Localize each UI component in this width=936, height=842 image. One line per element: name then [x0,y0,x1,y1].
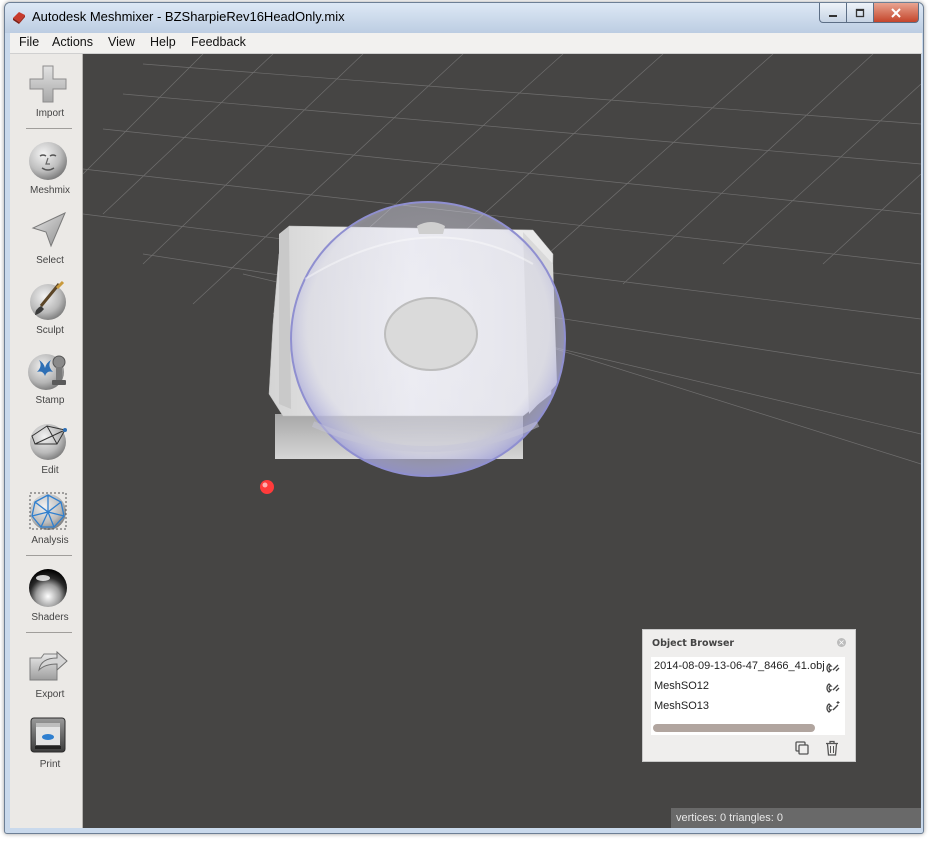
point-marker-icon[interactable] [260,480,274,494]
tool-label: Export [35,689,65,700]
arrow-cursor-icon [31,211,66,248]
tool-label: Import [35,108,65,119]
printer-icon [30,717,66,753]
object-list: 2014-08-09-13-06-47_8466_41.obj MeshSO12… [651,657,845,735]
menu-feedback[interactable]: Feedback [191,35,246,49]
list-item[interactable]: MeshSO13 [651,697,845,717]
list-item[interactable]: 2014-08-09-13-06-47_8466_41.obj [651,657,845,677]
point-marker-highlight [262,482,268,488]
brush-icon [30,280,66,320]
duplicate-icon[interactable] [794,740,810,756]
shader-sphere-icon [29,569,67,607]
stamp-icon [28,354,66,390]
object-name: MeshSO13 [654,700,710,712]
object-name: 2014-08-09-13-06-47_8466_41.obj [654,660,825,672]
mesh-stats-text: vertices: 0 triangles: 0 [676,812,783,824]
object-browser-panel: Object Browser × 2014-08-09-13-06-47_846… [642,629,856,762]
edit-tool-button[interactable]: Edit [10,420,82,484]
minimize-button[interactable] [819,3,847,23]
app-window: Autodesk Meshmixer - BZSharpieRev16HeadO… [4,2,924,834]
list-item[interactable]: MeshSO12 [651,677,845,697]
select-tool-button[interactable]: Select [10,210,82,274]
tool-label: Analysis [31,535,69,546]
tool-label: Sculpt [36,325,64,336]
maximize-button[interactable] [847,3,874,23]
trash-icon[interactable] [824,740,840,756]
close-button[interactable] [874,3,919,23]
menu-bar: File Actions View Help Feedback [10,33,922,54]
status-bar: vertices: 0 triangles: 0 [671,808,921,828]
menu-help[interactable]: Help [150,35,176,49]
toolbar-divider [26,128,72,129]
plus-icon [29,65,67,103]
magic-wand-icon[interactable] [825,700,841,716]
object-browser-title: Object Browser [652,638,735,649]
tool-label: Edit [41,465,59,476]
meshmix-tool-button[interactable]: Meshmix [10,140,82,204]
tool-label: Meshmix [29,185,70,196]
import-tool-button[interactable]: Import [10,63,82,127]
tool-label: Print [39,759,61,770]
export-tool-button[interactable]: Export [10,644,82,708]
window-controls [819,3,919,23]
close-icon[interactable]: × [837,638,846,647]
object-name: MeshSO12 [654,680,710,692]
toolbar-divider [26,632,72,633]
menu-view[interactable]: View [108,35,135,49]
tool-label: Stamp [35,395,65,406]
edit-mesh-icon [30,424,67,460]
maximize-icon [855,8,865,17]
analysis-icon [29,492,67,530]
magnet-icon[interactable] [825,660,841,676]
mesh-hole [384,297,478,371]
tool-label: Shaders [31,612,69,623]
stamp-tool-button[interactable]: Stamp [10,350,82,414]
toolbar-divider [26,555,72,556]
print-tool-button[interactable]: Print [10,714,82,778]
menu-file[interactable]: File [19,35,39,49]
close-icon [891,7,901,18]
window-title: Autodesk Meshmixer - BZSharpieRev16HeadO… [32,9,345,24]
minimize-icon [829,14,837,17]
face-icon [29,142,67,180]
analysis-tool-button[interactable]: Analysis [10,490,82,554]
meshmixer-logo-icon [13,12,25,24]
tool-sidebar: Import Meshmix Select Sculpt Stamp Edit … [10,54,83,828]
export-icon [29,650,68,681]
title-bar[interactable]: Autodesk Meshmixer - BZSharpieRev16HeadO… [5,3,923,33]
horizontal-scrollbar[interactable] [653,724,815,732]
tool-label: Select [36,255,64,266]
sculpt-tool-button[interactable]: Sculpt [10,280,82,344]
magnet-icon[interactable] [825,680,841,696]
menu-actions[interactable]: Actions [52,35,93,49]
shaders-tool-button[interactable]: Shaders [10,567,82,631]
